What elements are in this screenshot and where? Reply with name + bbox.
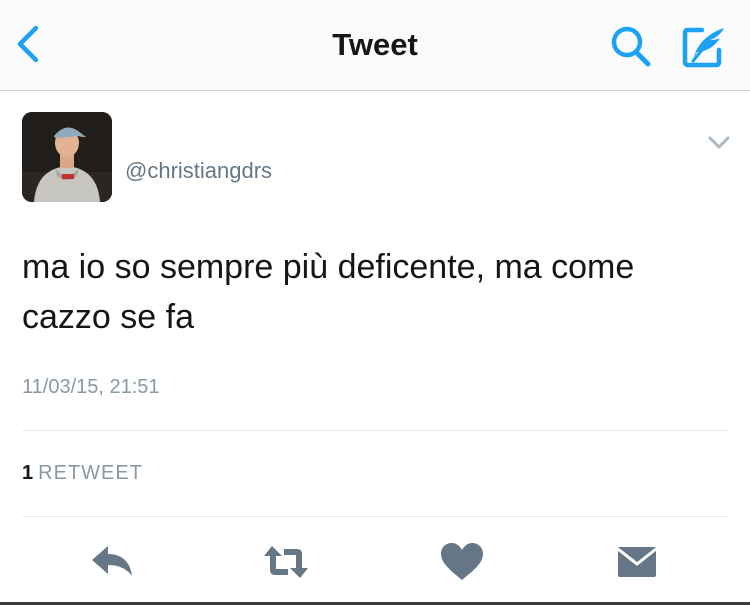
tweet-detail-screen: Tweet @christiangdrs ma io so sempre più… (0, 0, 750, 605)
direct-message-button[interactable] (614, 540, 662, 584)
compose-tweet-button[interactable] (680, 24, 730, 70)
retweet-count-label: RETWEET (38, 462, 143, 484)
like-button[interactable] (438, 540, 486, 584)
avatar[interactable] (22, 112, 112, 202)
reply-button[interactable] (88, 540, 136, 584)
tweet-timestamp: 11/03/15, 21:51 (22, 376, 160, 398)
direct-message-icon (617, 547, 657, 577)
reply-icon (92, 546, 132, 576)
tweet-options-button[interactable] (704, 130, 734, 156)
retweet-count-value: 1 (22, 462, 35, 484)
retweet-button[interactable] (262, 540, 310, 584)
divider (22, 516, 728, 517)
tweet-text: ma io so sempre più deficente, ma come c… (22, 248, 635, 336)
like-icon (441, 543, 483, 580)
retweet-icon (264, 546, 308, 578)
profile-photo (22, 112, 112, 202)
chevron-down-icon (708, 136, 730, 149)
search-button[interactable] (608, 24, 656, 68)
compose-tweet-icon (682, 27, 724, 68)
navigation-bar: Tweet (0, 0, 750, 91)
author-handle[interactable]: @christiangdrs (125, 158, 272, 184)
divider (22, 430, 728, 431)
search-icon (611, 26, 651, 67)
retweet-stats[interactable]: 1 RETWEET (22, 462, 143, 485)
